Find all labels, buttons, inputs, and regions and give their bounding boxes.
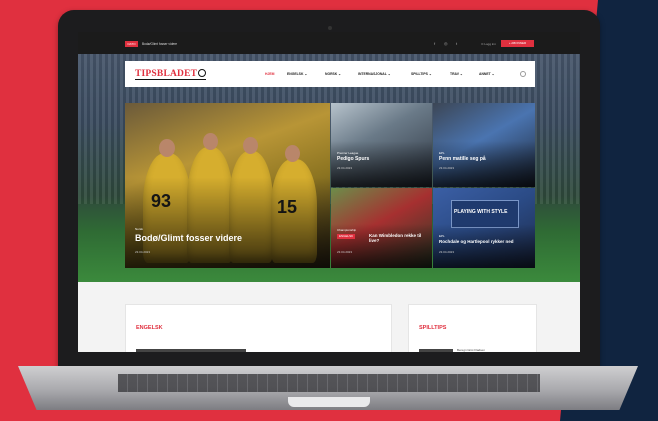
tile-date: 23.04.2023 bbox=[337, 250, 353, 254]
hero-tile-4[interactable]: PLAYING WITH STYLE EPL Rochdale og Hartl… bbox=[433, 188, 535, 268]
keyboard bbox=[118, 374, 540, 392]
trackpad-notch bbox=[288, 397, 370, 407]
facebook-icon[interactable]: f bbox=[434, 41, 435, 47]
nav-item-home[interactable]: HJEM bbox=[265, 71, 274, 77]
player-head bbox=[159, 139, 175, 157]
hero-tile-3[interactable]: Championship ENGELSK Kan Wimbledon rekke… bbox=[331, 188, 432, 268]
news-ticker[interactable]: Bodø/Glimt fosser videre bbox=[142, 41, 177, 47]
tile-category[interactable]: EPL bbox=[439, 234, 445, 238]
tile-title[interactable]: Rochdale og Hartlepool rykker ned bbox=[439, 239, 531, 245]
hero-main-date: 23.04.2023 bbox=[135, 250, 151, 254]
subscribe-button[interactable]: + ABONNER bbox=[501, 40, 534, 47]
tile-category[interactable]: EPL bbox=[439, 151, 445, 155]
tile-date: 23.04.2023 bbox=[337, 166, 353, 170]
sign-text: PLAYING WITH STYLE bbox=[454, 209, 508, 215]
section-engelsk-panel: ENGELSK bbox=[125, 304, 392, 352]
spilltips-snippet[interactable]: Beregn først Fladsen bbox=[457, 348, 485, 352]
nav-item-engelsk[interactable]: ENGELSK ⌄ bbox=[287, 71, 307, 77]
logo-text: TIPSBLADET bbox=[135, 69, 198, 79]
image-shade bbox=[433, 224, 535, 268]
tile-category[interactable]: Premier League bbox=[337, 151, 358, 155]
site-logo[interactable]: TIPSBLADET bbox=[135, 68, 207, 80]
image-shade bbox=[331, 140, 432, 187]
image-shade bbox=[125, 177, 330, 268]
section-title-engelsk[interactable]: ENGELSK bbox=[136, 325, 163, 332]
section-title-spilltips[interactable]: SPILLTIPS bbox=[419, 325, 446, 332]
football-icon bbox=[198, 68, 207, 77]
search-icon[interactable] bbox=[520, 71, 526, 77]
main-navigation: TIPSBLADET HJEM ENGELSK ⌄ NORSK ⌄ INTERN… bbox=[125, 61, 535, 87]
date-badge: DATO bbox=[125, 41, 138, 47]
section-spilltips-panel: SPILLTIPS Beregn først Fladsen bbox=[408, 304, 537, 352]
hero-main-category[interactable]: Norsk bbox=[135, 227, 143, 231]
player-head bbox=[203, 133, 218, 150]
tile-title[interactable]: Kan Wimbledon rekke til live? bbox=[369, 233, 429, 244]
article-thumbnail-strip[interactable] bbox=[419, 349, 453, 352]
twitter-icon[interactable]: t bbox=[456, 41, 457, 47]
nav-item-annet[interactable]: ANNET ⌄ bbox=[479, 71, 494, 77]
tile-category[interactable]: Championship bbox=[337, 228, 356, 232]
category-tag[interactable]: ENGELSK bbox=[337, 234, 356, 239]
nav-item-trav[interactable]: TRAV ⌄ bbox=[450, 71, 463, 77]
image-shade bbox=[433, 140, 535, 187]
player-head bbox=[285, 145, 300, 162]
nav-item-internasjonal[interactable]: INTERNASJONAL ⌄ bbox=[358, 71, 391, 77]
hero-main-article[interactable]: 93 15 Norsk Bodø/Glimt fosser videre 23.… bbox=[125, 103, 330, 268]
top-bar: DATO Bodø/Glimt fosser videre f ◎ t ⊙ Lo… bbox=[78, 32, 580, 54]
hero-main-title[interactable]: Bodø/Glimt fosser videre bbox=[135, 233, 242, 244]
hero-tile-1[interactable]: Premier League Pedigo Spurs 23.04.2023 bbox=[331, 103, 432, 187]
login-link[interactable]: ⊙ Logg inn bbox=[481, 41, 496, 47]
article-thumbnail-strip[interactable] bbox=[136, 349, 246, 352]
camera-icon bbox=[328, 26, 332, 30]
instagram-icon[interactable]: ◎ bbox=[444, 41, 448, 47]
nav-item-spilltips[interactable]: SPILLTIPS ⌄ bbox=[411, 71, 432, 77]
tile-date: 23.04.2023 bbox=[439, 250, 455, 254]
tile-date: 23.04.2023 bbox=[439, 166, 455, 170]
tile-title[interactable]: Penn matille seg på bbox=[439, 156, 486, 163]
laptop-screen: DATO Bodø/Glimt fosser videre f ◎ t ⊙ Lo… bbox=[78, 32, 580, 352]
tile-title[interactable]: Pedigo Spurs bbox=[337, 156, 369, 163]
nav-item-norsk[interactable]: NORSK ⌄ bbox=[325, 71, 341, 77]
hero-tile-2[interactable]: EPL Penn matille seg på 23.04.2023 bbox=[433, 103, 535, 187]
player-head bbox=[243, 137, 258, 154]
